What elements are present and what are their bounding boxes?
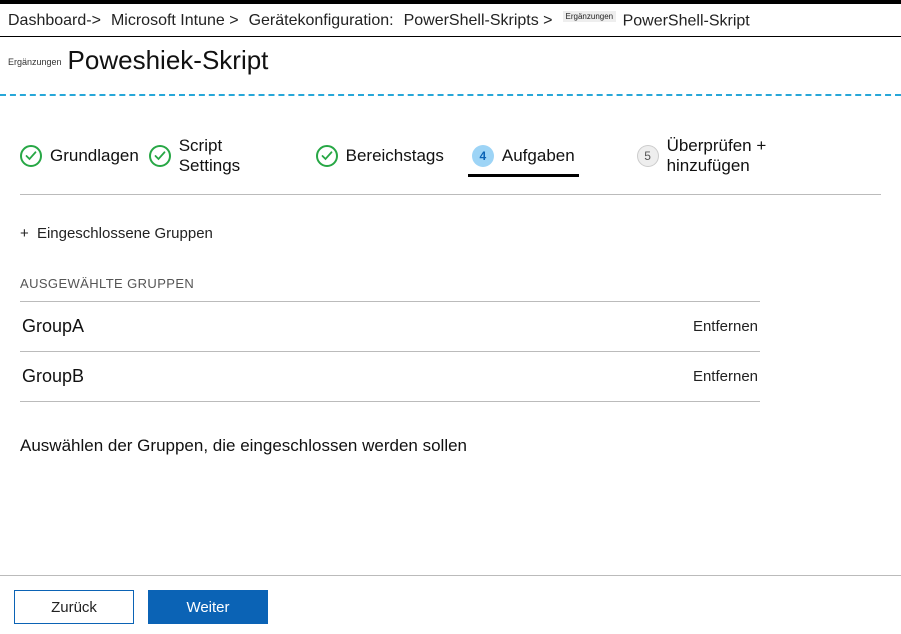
- page-title: Poweshiek-Skript: [68, 45, 269, 76]
- wizard-step-scope-tags[interactable]: Bereichstags: [316, 145, 444, 167]
- step-number-current: 4: [472, 145, 494, 167]
- wizard-step-label: Bereichstags: [346, 146, 444, 166]
- wizard-step-label: Script Settings: [179, 136, 288, 176]
- breadcrumb: Dashboard-> Microsoft Intune > Gerätekon…: [0, 4, 901, 37]
- included-groups-section: + Eingeschlossene Gruppen AUSGEWÄHLTE GR…: [0, 195, 780, 456]
- page-title-sup: Ergänzungen: [8, 57, 62, 67]
- wizard-step-script-settings[interactable]: Script Settings: [149, 136, 288, 176]
- divider-dashed: [0, 94, 901, 96]
- breadcrumb-psscript[interactable]: Ergänzungen PowerShell-Skript: [559, 10, 754, 32]
- wizard-footer: Zurück Weiter: [0, 575, 901, 624]
- group-name: GroupB: [22, 366, 84, 387]
- group-name: GroupA: [22, 316, 84, 337]
- group-row: GroupB Entfernen: [20, 351, 760, 402]
- breadcrumb-dashboard[interactable]: Dashboard->: [4, 10, 105, 32]
- remove-group-link[interactable]: Entfernen: [693, 368, 758, 385]
- breadcrumb-devconf[interactable]: Gerätekonfiguration:: [245, 10, 398, 32]
- check-icon: [20, 145, 42, 167]
- wizard-step-review[interactable]: 5 Überprüfen + hinzufügen: [637, 136, 853, 176]
- add-included-groups[interactable]: + Eingeschlossene Gruppen: [20, 217, 760, 254]
- check-icon: [316, 145, 338, 167]
- remove-group-link[interactable]: Entfernen: [693, 318, 758, 335]
- select-groups-hint[interactable]: Auswählen der Gruppen, die eingeschlosse…: [20, 402, 760, 456]
- wizard-step-label: Grundlagen: [50, 146, 139, 166]
- wizard-step-assignments[interactable]: 4 Aufgaben: [472, 145, 575, 167]
- plus-icon: +: [20, 225, 29, 242]
- next-button[interactable]: Weiter: [148, 590, 268, 624]
- check-icon: [149, 145, 171, 167]
- back-button[interactable]: Zurück: [14, 590, 134, 624]
- wizard-step-label: Aufgaben: [502, 146, 575, 166]
- group-row: GroupA Entfernen: [20, 301, 760, 351]
- breadcrumb-intune[interactable]: Microsoft Intune >: [107, 10, 243, 32]
- wizard-step-label: Überprüfen + hinzufügen: [667, 136, 853, 176]
- wizard-steps: Grundlagen Script Settings Bereichstags …: [0, 136, 901, 186]
- selected-groups-header: AUSGEWÄHLTE GRUPPEN: [20, 254, 760, 301]
- selected-groups-list: GroupA Entfernen GroupB Entfernen: [20, 301, 760, 402]
- breadcrumb-psscript-sup: Ergänzungen: [563, 11, 617, 22]
- breadcrumb-psscript-label: PowerShell-Skript: [623, 12, 750, 29]
- breadcrumb-psscripts[interactable]: PowerShell-Skripts >: [400, 10, 557, 32]
- step-number-upcoming: 5: [637, 145, 659, 167]
- active-underline: [468, 174, 579, 177]
- page-header: Ergänzungen Poweshiek-Skript: [0, 37, 901, 94]
- wizard-step-basics[interactable]: Grundlagen: [20, 145, 139, 167]
- add-included-groups-label: Eingeschlossene Gruppen: [37, 225, 213, 242]
